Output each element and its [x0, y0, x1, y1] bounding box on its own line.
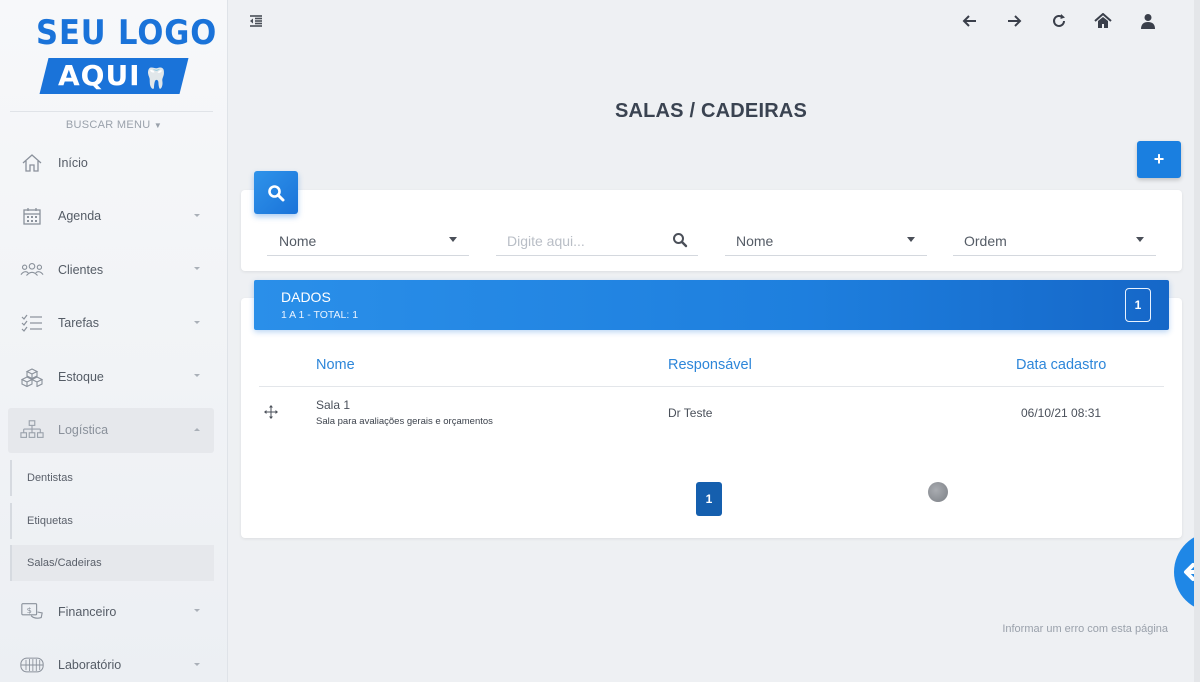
sidebar-item-laboratorio[interactable]: Laboratório [8, 643, 214, 682]
sort-field-select[interactable]: Nome [725, 226, 927, 256]
data-header: DADOS 1 A 1 - TOTAL: 1 1 [254, 280, 1169, 330]
chevron-up-icon [194, 427, 200, 431]
page-title: SALAS / CADEIRAS [614, 100, 808, 122]
refresh-icon[interactable] [1037, 10, 1082, 32]
chevron-down-icon: ▼ [153, 121, 163, 130]
logo[interactable]: SEU LOGO AQUI 🦷 [36, 13, 218, 96]
chevron-down-icon [194, 609, 200, 612]
logo-line2-text: AQUI [57, 59, 141, 92]
search-menu-toggle[interactable]: BUSCAR MENU ▼ [0, 119, 227, 131]
chevron-down-icon [194, 213, 200, 217]
report-error-link[interactable]: Informar um erro com esta página [1002, 623, 1168, 635]
tooth-icon: 🦷 [143, 66, 170, 90]
sidebar-item-agenda[interactable]: Agenda [8, 194, 214, 239]
scrollbar[interactable] [1194, 0, 1200, 682]
sidebar: SEU LOGO AQUI 🦷 BUSCAR MENU ▼ Início Agen… [0, 0, 228, 682]
chevron-down-icon [194, 662, 200, 666]
dropdown-arrow-icon [907, 237, 915, 242]
chevron-down-icon [194, 374, 200, 377]
top-navigation [948, 10, 1171, 32]
chevron-down-icon [194, 320, 200, 324]
money-icon: $ [20, 600, 44, 624]
order-select[interactable]: Ordem [953, 226, 1156, 256]
search-field-select[interactable]: Nome [267, 226, 469, 256]
sidebar-item-label: Agenda [58, 209, 102, 223]
logo-line1: SEU LOGO [36, 13, 218, 53]
tasks-icon [20, 311, 44, 335]
row-responsible: Dr Teste [668, 406, 713, 420]
chevron-down-icon [194, 267, 200, 270]
sidebar-item-label: Logística [58, 423, 109, 437]
sidebar-item-label: Clientes [58, 262, 104, 277]
sidebar-item-label: Estoque [58, 369, 104, 384]
sidebar-divider [10, 111, 213, 112]
page-count-badge: 1 [1125, 288, 1151, 322]
dentures-icon [20, 653, 44, 677]
row-description: Sala para avaliações gerais e orçamentos [316, 416, 493, 427]
sidebar-item-inicio[interactable]: Início [8, 140, 214, 185]
row-date: 06/10/21 08:31 [1021, 406, 1102, 420]
logo-line2: AQUI 🦷 [44, 58, 184, 96]
search-icon [268, 184, 285, 201]
sidebar-item-label: Início [58, 155, 88, 170]
home-icon[interactable] [1081, 10, 1126, 32]
row-name: Sala 1 [316, 398, 351, 412]
boxes-icon [20, 365, 44, 389]
sidebar-item-financeiro[interactable]: $ Financeiro [8, 589, 214, 634]
sidebar-menu: Início Agenda Clientes Tarefas Estoque L… [8, 140, 214, 461]
column-header-date[interactable]: Data cadastro [1016, 357, 1106, 373]
table-header-divider [259, 386, 1164, 387]
sidebar-menu-lower: $ Financeiro Laboratório [8, 589, 214, 682]
data-title: DADOS [281, 289, 331, 305]
search-input[interactable] [507, 232, 657, 249]
subitem-dentistas[interactable]: Dentistas [10, 460, 214, 496]
search-icon[interactable] [672, 232, 688, 251]
add-button[interactable]: + [1137, 141, 1181, 178]
dropdown-arrow-icon [449, 237, 457, 242]
logo-banner: AQUI 🦷 [39, 58, 189, 96]
sidebar-item-label: Tarefas [58, 316, 99, 330]
collapse-sidebar-icon[interactable] [248, 13, 264, 29]
loading-indicator [928, 482, 948, 502]
search-toggle-button[interactable] [254, 171, 298, 214]
sidebar-item-tarefas[interactable]: Tarefas [8, 301, 214, 346]
subitem-salas-cadeiras[interactable]: Salas/Cadeiras [10, 545, 214, 581]
svg-text:$: $ [27, 604, 32, 614]
dropdown-arrow-icon [1136, 237, 1144, 242]
user-icon[interactable] [1126, 10, 1171, 32]
calendar-icon [20, 204, 44, 228]
column-header-name[interactable]: Nome [316, 357, 355, 373]
home-icon [20, 151, 44, 175]
sidebar-item-label: Laboratório [58, 658, 122, 672]
users-icon [20, 258, 44, 282]
forward-arrow-icon[interactable] [992, 10, 1037, 32]
subitem-etiquetas[interactable]: Etiquetas [10, 502, 214, 539]
sidebar-item-clientes[interactable]: Clientes [8, 247, 214, 292]
order-value: Ordem [964, 232, 1007, 249]
logistica-submenu: Dentistas Etiquetas Salas/Cadeiras [10, 460, 214, 588]
search-field-value: Nome [279, 232, 317, 249]
column-header-responsible[interactable]: Responsável [668, 357, 752, 373]
search-input-wrapper [496, 226, 698, 256]
sidebar-item-logistica[interactable]: Logística [8, 407, 214, 453]
back-arrow-icon[interactable] [948, 10, 993, 32]
sitemap-icon [20, 418, 44, 442]
sort-field-value: Nome [736, 232, 774, 249]
drag-move-icon[interactable] [264, 405, 278, 419]
data-subtitle: 1 A 1 - TOTAL: 1 [281, 309, 359, 321]
sidebar-item-estoque[interactable]: Estoque [8, 354, 214, 399]
pagination-page-1[interactable]: 1 [696, 482, 722, 516]
sidebar-item-label: Financeiro [58, 604, 117, 619]
search-menu-label: BUSCAR MENU [65, 119, 151, 131]
